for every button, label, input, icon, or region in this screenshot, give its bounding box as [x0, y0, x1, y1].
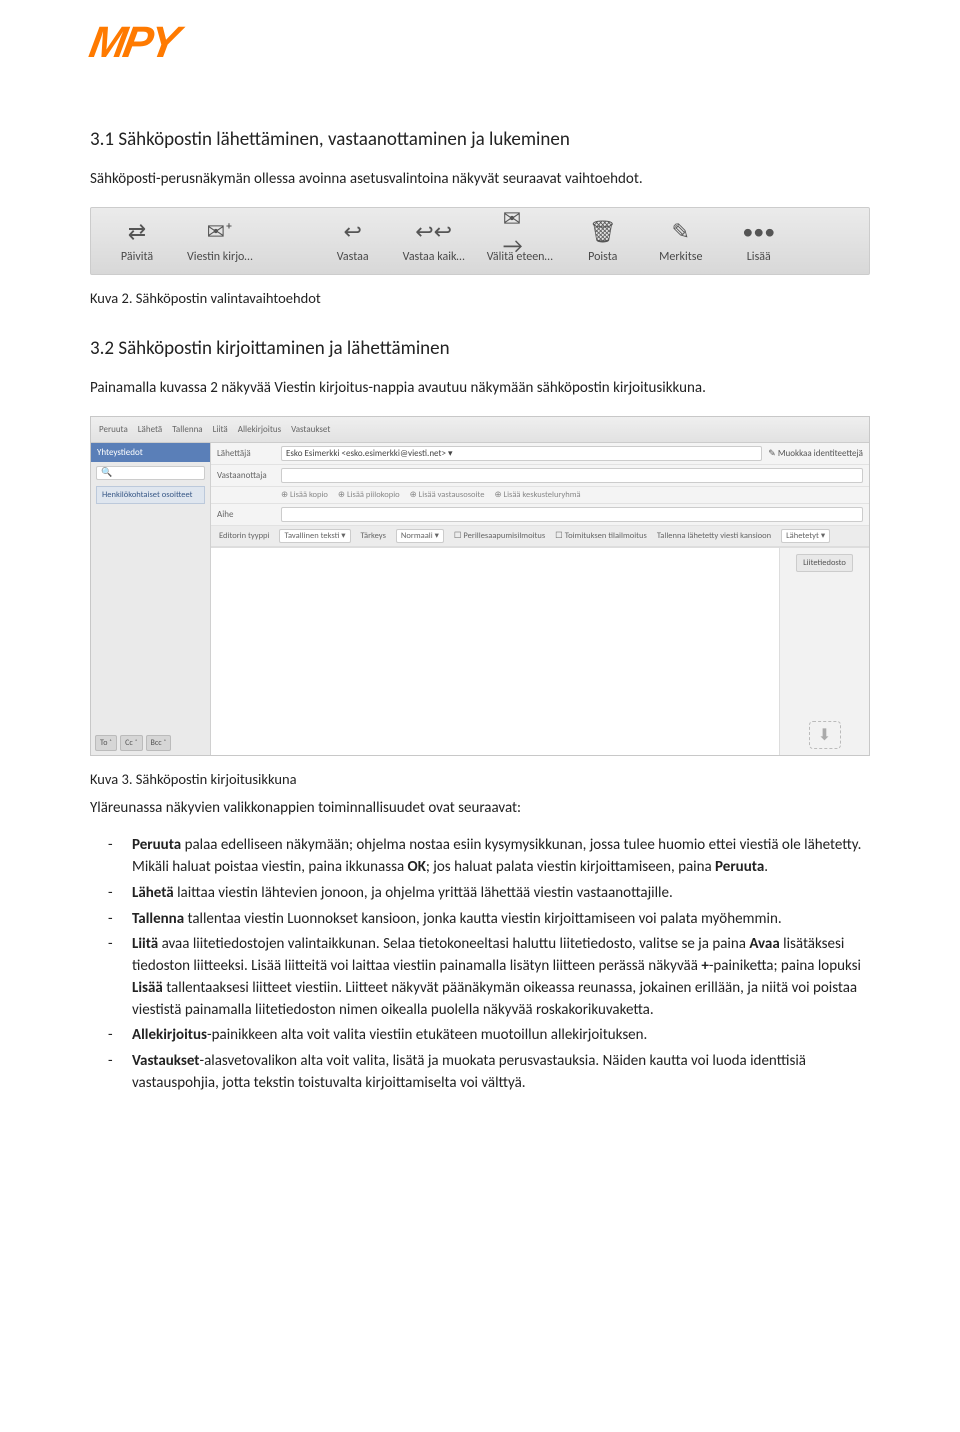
- bullet-list: Peruuta palaa edelliseen näkymään; ohjel…: [90, 835, 870, 1094]
- list-item: Vastaukset-alasvetovalikon alta voit val…: [118, 1051, 870, 1095]
- tb-label: Lisää: [747, 250, 771, 264]
- tb-reply[interactable]: ↩ Vastaa: [325, 218, 381, 264]
- priority-label: Tärkeys: [361, 531, 386, 541]
- attach-file-button[interactable]: Liitetiedosto: [796, 554, 853, 572]
- tb-label: Merkitse: [659, 250, 702, 264]
- sidebar-footer: To ⁺ Cc ⁺ Bcc ⁺: [91, 731, 210, 755]
- compose-sidebar: Yhteystiedot 🔍 Henkilökohtaiset osoittee…: [91, 443, 211, 755]
- sidebar-contacts-head: Yhteystiedot: [91, 443, 210, 462]
- add-bcc-btn[interactable]: Bcc ⁺: [146, 735, 172, 751]
- compose-save[interactable]: Tallenna: [172, 424, 202, 435]
- section-heading-3-1: 3.1 Sähköpostin lähettäminen, vastaanott…: [90, 128, 870, 151]
- message-body[interactable]: [211, 548, 779, 755]
- add-followup[interactable]: ⊕ Lisää keskusteluryhmä: [494, 490, 580, 500]
- from-label: Lähettäjä: [217, 448, 275, 459]
- tb-reply-all[interactable]: ↩↩ Vastaa kaik…: [403, 218, 465, 264]
- subject-label: Aihe: [217, 509, 275, 520]
- save-sent-select[interactable]: Lähetetyt ▾: [781, 529, 830, 543]
- priority-select[interactable]: Normaali ▾: [396, 529, 444, 543]
- receipt-checkbox[interactable]: ☐ Perillesaapumisilmoitus: [454, 531, 545, 541]
- save-sent-label: Tallenna lähetetty viesti kansioon: [657, 531, 771, 541]
- trash-icon: 🗑: [586, 218, 620, 246]
- to-field[interactable]: [281, 468, 863, 483]
- compose-signature[interactable]: Allekirjoitus: [238, 424, 281, 435]
- compose-content: Lähettäjä Esko Esimerkki <esko.esimerkki…: [211, 443, 869, 755]
- to-label: Vastaanottaja: [217, 470, 275, 481]
- list-item: Liitä avaa liitetiedostojen valintaikkun…: [118, 934, 870, 1021]
- compose-icon: ✉⁺: [203, 218, 237, 246]
- section-3-1-para: Sähköposti-perusnäkymän ollessa avoinna …: [90, 169, 870, 191]
- sidebar-personal-addresses[interactable]: Henkilökohtaiset osoitteet: [96, 486, 205, 504]
- reply-all-icon: ↩↩: [417, 218, 451, 246]
- forward-icon: ✉→: [503, 218, 537, 246]
- add-to-btn[interactable]: To ⁺: [95, 735, 117, 751]
- tb-label: Välitä eteen…: [487, 250, 553, 264]
- tb-compose[interactable]: ✉⁺ Viestin kirjo…: [187, 218, 253, 264]
- list-item: Allekirjoitus-painikkeen alta voit valit…: [118, 1025, 870, 1047]
- dsn-checkbox[interactable]: ☐ Toimituksen tilailmoitus: [555, 531, 647, 541]
- editor-type-select[interactable]: Tavallinen teksti ▾: [279, 529, 350, 543]
- compose-responses[interactable]: Vastaukset: [291, 424, 330, 435]
- caption-kuva-2: Kuva 2. Sähköpostin valintavaihtoehdot: [90, 289, 870, 307]
- mark-icon: ✎: [664, 218, 698, 246]
- subject-field[interactable]: [281, 507, 863, 522]
- editor-type-label: Editorin tyyppi: [219, 531, 269, 541]
- compose-toolbar: Peruuta Lähetä Tallenna Liitä Allekirjoi…: [91, 417, 869, 443]
- logo: MPY: [90, 18, 870, 68]
- screenshot-compose: Peruuta Lähetä Tallenna Liitä Allekirjoi…: [90, 416, 870, 756]
- edit-identities[interactable]: ✎ Muokkaa identiteettejä: [768, 448, 863, 459]
- tb-label: Vastaa: [337, 250, 369, 264]
- section-3-2-para: Painamalla kuvassa 2 näkyvää Viestin kir…: [90, 378, 870, 400]
- tb-forward[interactable]: ✉→ Välitä eteen…: [487, 218, 553, 264]
- compose-send[interactable]: Lähetä: [138, 424, 162, 435]
- more-icon: •••: [742, 218, 776, 246]
- refresh-icon: ⇄: [120, 218, 154, 246]
- tb-label: Vastaa kaik…: [403, 250, 465, 264]
- section-heading-3-2: 3.2 Sähköpostin kirjoittaminen ja lähett…: [90, 337, 870, 360]
- add-cc[interactable]: ⊕ Lisää kopio: [281, 490, 328, 500]
- screenshot-toolbar: ⇄ Päivitä ✉⁺ Viestin kirjo… ↩ Vastaa ↩↩ …: [90, 207, 870, 275]
- reply-icon: ↩: [336, 218, 370, 246]
- after-caption-3: Yläreunassa näkyvien valikkonappien toim…: [90, 798, 870, 820]
- tb-label: Viestin kirjo…: [187, 250, 253, 264]
- drop-area-icon[interactable]: ⬇: [809, 721, 841, 749]
- tb-more[interactable]: ••• Lisää: [731, 218, 787, 264]
- sidebar-search[interactable]: 🔍: [96, 466, 205, 480]
- add-bcc[interactable]: ⊕ Lisää piilokopio: [338, 490, 400, 500]
- caption-kuva-3: Kuva 3. Sähköpostin kirjoitusikkuna: [90, 770, 870, 788]
- tb-delete[interactable]: 🗑 Poista: [575, 218, 631, 264]
- compose-cancel[interactable]: Peruuta: [99, 424, 128, 435]
- tb-label: Poista: [588, 250, 617, 264]
- compose-attach[interactable]: Liitä: [213, 424, 228, 435]
- add-replyto[interactable]: ⊕ Lisää vastausosoite: [410, 490, 485, 500]
- list-item: Peruuta palaa edelliseen näkymään; ohjel…: [118, 835, 870, 879]
- from-field[interactable]: Esko Esimerkki <esko.esimerkki@viesti.ne…: [281, 446, 762, 461]
- tb-label: Päivitä: [121, 250, 153, 264]
- tb-mark[interactable]: ✎ Merkitse: [653, 218, 709, 264]
- list-item: Lähetä laittaa viestin lähtevien jonoon,…: [118, 883, 870, 905]
- add-cc-btn[interactable]: Cc ⁺: [120, 735, 142, 751]
- tb-refresh[interactable]: ⇄ Päivitä: [109, 218, 165, 264]
- list-item: Tallenna tallentaa viestin Luonnokset ka…: [118, 909, 870, 931]
